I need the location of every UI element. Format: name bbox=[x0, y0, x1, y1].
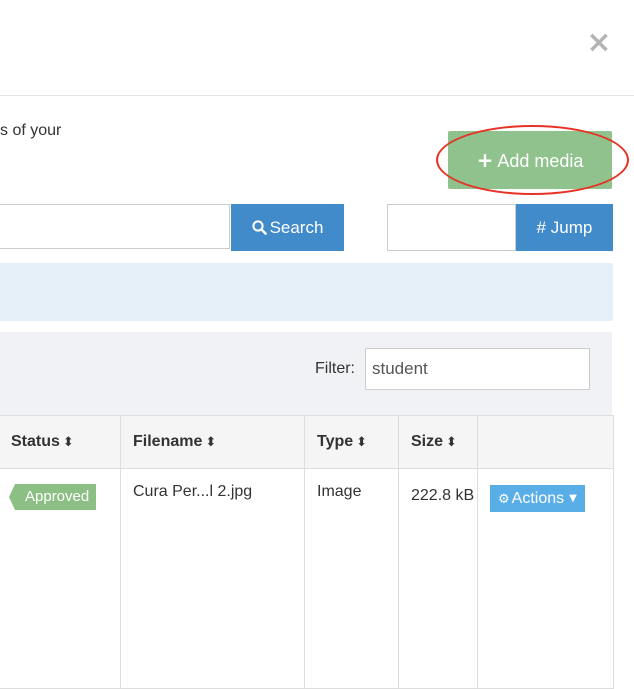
header-divider bbox=[0, 95, 634, 96]
actions-cell: ⚙ Actions ▼ bbox=[477, 468, 614, 689]
column-header-status[interactable]: Status ⬍ bbox=[0, 415, 121, 469]
column-header-actions bbox=[477, 415, 614, 469]
size-cell: 222.8 kB bbox=[398, 468, 478, 689]
info-bar bbox=[0, 263, 613, 321]
sort-icon[interactable]: ⬍ bbox=[446, 435, 457, 450]
magnifier-icon bbox=[251, 220, 267, 235]
column-header-size[interactable]: Size ⬍ bbox=[398, 415, 478, 469]
add-media-label: Add media bbox=[497, 151, 584, 171]
status-cell: Approved bbox=[0, 468, 121, 689]
media-table: Status ⬍ Filename ⬍ Type ⬍ Size ⬍ Approved C… bbox=[0, 415, 614, 689]
search-input[interactable] bbox=[0, 204, 230, 249]
jump-button[interactable]: # Jump bbox=[516, 204, 613, 251]
search-label: Search bbox=[269, 218, 324, 237]
jump-input[interactable] bbox=[387, 204, 516, 251]
plus-icon: + bbox=[476, 148, 494, 172]
close-icon[interactable]: × bbox=[584, 28, 614, 58]
intro-text: s of your bbox=[0, 122, 62, 139]
add-media-button[interactable]: + Add media bbox=[448, 131, 612, 189]
gear-icon: ⚙ bbox=[498, 492, 510, 507]
sort-icon[interactable]: ⬍ bbox=[63, 435, 74, 450]
search-button[interactable]: Search bbox=[231, 204, 344, 251]
actions-dropdown-button[interactable]: ⚙ Actions ▼ bbox=[490, 485, 585, 512]
table-row: Approved Cura Per...l 2.jpg Image 222.8 … bbox=[0, 468, 614, 689]
filter-label: Filter: bbox=[315, 360, 355, 377]
type-cell: Image bbox=[304, 468, 399, 689]
column-header-type[interactable]: Type ⬍ bbox=[304, 415, 399, 469]
filter-input[interactable]: student bbox=[365, 348, 590, 390]
caret-down-icon: ▼ bbox=[569, 493, 577, 504]
table-header-row: Status ⬍ Filename ⬍ Type ⬍ Size ⬍ bbox=[0, 415, 614, 469]
column-header-filename[interactable]: Filename ⬍ bbox=[120, 415, 305, 469]
media-table-wrapper: Status ⬍ Filename ⬍ Type ⬍ Size ⬍ Approved C… bbox=[0, 415, 614, 689]
status-badge: Approved bbox=[8, 484, 97, 510]
sort-icon[interactable]: ⬍ bbox=[205, 435, 216, 450]
actions-label: Actions bbox=[511, 490, 565, 507]
sort-icon[interactable]: ⬍ bbox=[356, 435, 367, 450]
filename-cell: Cura Per...l 2.jpg bbox=[120, 468, 305, 689]
